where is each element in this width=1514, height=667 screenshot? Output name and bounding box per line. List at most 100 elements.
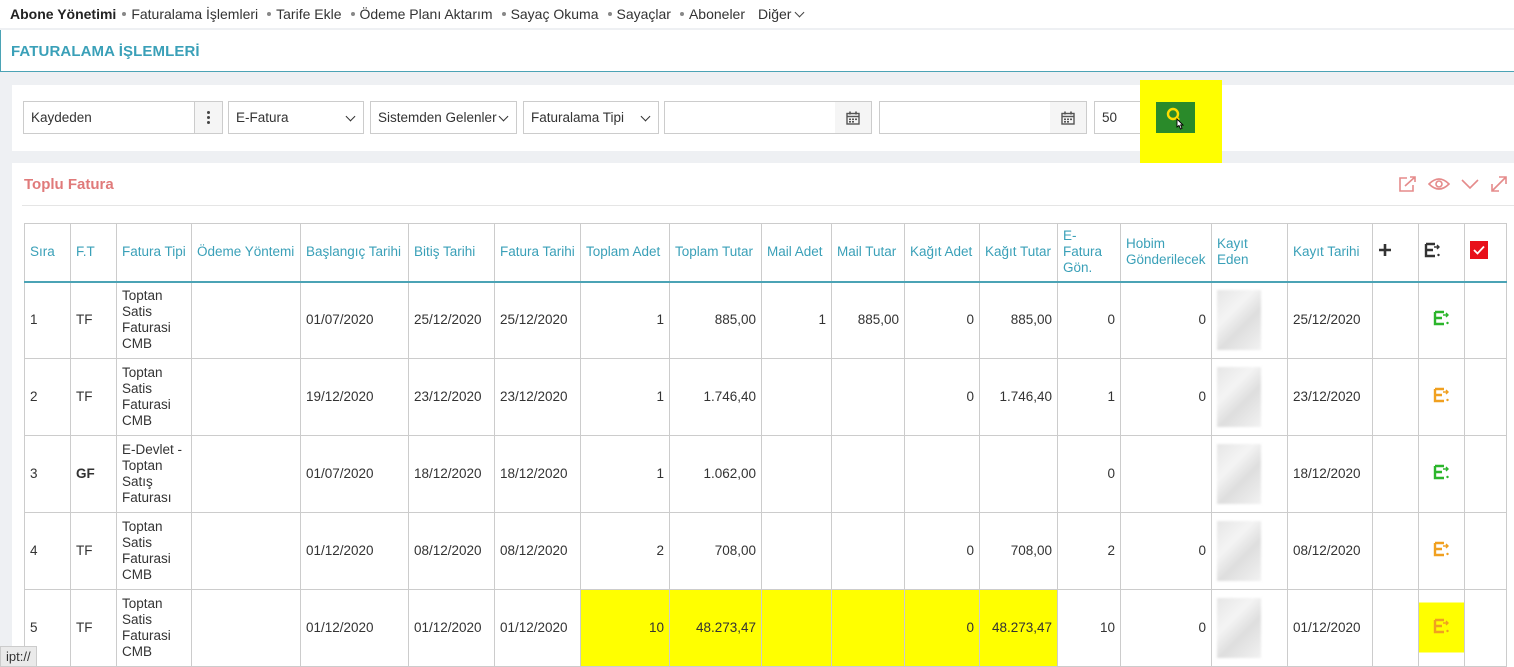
- search-button[interactable]: [1156, 102, 1195, 133]
- cell-kagit-adet: 0: [904, 589, 980, 667]
- col-sira[interactable]: Sıra: [24, 223, 71, 283]
- cell-toplam-tutar: 48.273,47: [669, 589, 762, 667]
- export-icon[interactable]: [1398, 175, 1418, 193]
- cell-ft: TF: [70, 512, 117, 590]
- kaydeden-menu-button[interactable]: [195, 101, 223, 134]
- cell-odeme: [191, 589, 301, 667]
- cell-kagit-tutar: [979, 435, 1058, 513]
- nav-item-faturalama[interactable]: Faturalama İşlemleri: [122, 6, 258, 22]
- nav-item-aboneler[interactable]: Aboneler: [679, 6, 745, 22]
- kaynak-select[interactable]: Sistemden Gelenler: [370, 101, 517, 134]
- send-efatura-button[interactable]: [1418, 358, 1465, 436]
- cell-fatura-tarihi: 01/12/2020: [494, 589, 581, 667]
- nav-item-tarife-ekle[interactable]: Tarife Ekle: [267, 6, 342, 22]
- col-kayit-tarihi[interactable]: Kayıt Tarihi: [1287, 223, 1373, 283]
- add-button[interactable]: [1372, 223, 1419, 283]
- cell-kayit-eden: [1211, 512, 1288, 590]
- table-row[interactable]: 4 TF Toptan Satis Faturasi CMB 01/12/2020 08…: [24, 512, 1507, 590]
- table-row[interactable]: 1 TF Toptan Satis Faturasi CMB 01/07/2020 25…: [24, 281, 1507, 359]
- bullet-icon: [679, 12, 684, 16]
- cell-mail-tutar: [831, 358, 905, 436]
- cell-kagit-adet: 0: [904, 281, 980, 359]
- col-efatura-gon[interactable]: E-Fatura Gön.: [1057, 223, 1121, 283]
- cell-mail-tutar: 885,00: [831, 281, 905, 359]
- nav-item-diger[interactable]: Diğer: [758, 6, 805, 22]
- nav-item-odeme-plani[interactable]: Ödeme Planı Aktarım: [350, 6, 493, 22]
- cell-odeme: [191, 281, 301, 359]
- send-efatura-button[interactable]: [1418, 512, 1465, 590]
- cell-select[interactable]: [1464, 512, 1507, 590]
- cell-ft: TF: [70, 281, 117, 359]
- cell-fatura-tipi: Toptan Satis Faturasi CMB: [116, 358, 192, 436]
- col-kagit-adet[interactable]: Kağıt Adet: [904, 223, 980, 283]
- col-toplam-adet[interactable]: Toplam Adet: [580, 223, 670, 283]
- col-odeme-yontemi[interactable]: Ödeme Yöntemi: [191, 223, 301, 283]
- col-fatura-tipi[interactable]: Fatura Tipi: [116, 223, 192, 283]
- e-invoice-send-icon: [1433, 618, 1449, 634]
- col-bitis-tarihi[interactable]: Bitiş Tarihi: [408, 223, 495, 283]
- start-date-calendar-button[interactable]: [835, 101, 872, 134]
- nav-brand[interactable]: Abone Yönetimi: [10, 6, 116, 22]
- cell-fatura-tipi: Toptan Satis Faturasi CMB: [116, 281, 192, 359]
- faturalama-tipi-select[interactable]: Faturalama Tipi: [523, 101, 659, 134]
- filter-panel: Kaydeden E-Fatura Sistemden Gelenler Fat…: [12, 80, 1514, 164]
- nav-item-sayac-okuma[interactable]: Sayaç Okuma: [501, 6, 599, 22]
- cell-select[interactable]: [1464, 358, 1507, 436]
- send-efatura-button[interactable]: [1418, 589, 1465, 667]
- e-invoice-send-icon: [1433, 311, 1449, 326]
- cell-kagit-tutar: 885,00: [979, 281, 1058, 359]
- redacted-user: [1217, 367, 1261, 427]
- cell-ft: TF: [70, 358, 117, 436]
- invoice-table-wrap: Sıra F.T Fatura Tipi Ödeme Yöntemi Başla…: [24, 223, 1507, 667]
- col-kagit-tutar[interactable]: Kağıt Tutar: [979, 223, 1058, 283]
- cell-kayit-eden: [1211, 589, 1288, 667]
- col-toplam-tutar[interactable]: Toplam Tutar: [669, 223, 762, 283]
- col-ft[interactable]: F.T: [70, 223, 117, 283]
- bullet-icon: [122, 12, 127, 16]
- cell-hobim: 0: [1120, 358, 1212, 436]
- kaydeden-input[interactable]: Kaydeden: [23, 101, 195, 134]
- fatura-turu-select[interactable]: E-Fatura: [228, 101, 364, 134]
- select-all-checkbox[interactable]: [1464, 223, 1507, 283]
- cell-mail-adet: [761, 589, 832, 667]
- cell-add: [1372, 435, 1419, 513]
- col-fatura-tarihi[interactable]: Fatura Tarihi: [494, 223, 581, 283]
- col-mail-tutar[interactable]: Mail Tutar: [831, 223, 905, 283]
- end-date-calendar-button[interactable]: [1050, 101, 1087, 134]
- bulk-send-button[interactable]: [1418, 223, 1465, 283]
- cell-kayit-tarihi: 08/12/2020: [1287, 512, 1373, 590]
- table-row[interactable]: 2 TF Toptan Satis Faturasi CMB 19/12/2020 23…: [24, 358, 1507, 436]
- cell-sira: 2: [24, 358, 71, 436]
- cell-fatura-tarihi: 08/12/2020: [494, 512, 581, 590]
- expand-icon[interactable]: [1490, 175, 1508, 193]
- col-kayit-eden[interactable]: Kayıt Eden: [1211, 223, 1288, 283]
- col-hobim[interactable]: Hobim Gönderilecek: [1120, 223, 1212, 283]
- table-row[interactable]: 3 GF E-Devlet - Toptan Satış Faturası 01/07…: [24, 435, 1507, 513]
- end-date-input[interactable]: [879, 101, 1051, 134]
- chevron-down-icon: [640, 111, 651, 122]
- cell-select[interactable]: [1464, 435, 1507, 513]
- invoice-table: Sıra F.T Fatura Tipi Ödeme Yöntemi Başla…: [24, 223, 1507, 667]
- cell-mail-adet: [761, 435, 832, 513]
- redacted-user: [1217, 521, 1261, 581]
- nav-item-sayaclar[interactable]: Sayaçlar: [607, 6, 671, 22]
- vertical-dots-icon: [207, 111, 210, 124]
- eye-icon[interactable]: [1428, 176, 1450, 192]
- search-icon: [1166, 107, 1184, 130]
- chevron-down-icon[interactable]: [1460, 176, 1480, 192]
- table-row[interactable]: 5 TF Toptan Satis Faturasi CMB 01/12/2020 01…: [24, 589, 1507, 667]
- start-date-input[interactable]: [664, 101, 836, 134]
- send-efatura-button[interactable]: [1418, 281, 1465, 359]
- send-efatura-button[interactable]: [1418, 435, 1465, 513]
- cell-select[interactable]: [1464, 589, 1507, 667]
- panel-tools: [1398, 175, 1508, 193]
- cell-select[interactable]: [1464, 281, 1507, 359]
- cell-baslangic: 01/12/2020: [300, 589, 409, 667]
- redacted-user: [1217, 290, 1261, 351]
- cell-efatura: 10: [1057, 589, 1121, 667]
- col-baslangic-tarihi[interactable]: Başlangıç Tarihi: [300, 223, 409, 283]
- cell-mail-adet: [761, 512, 832, 590]
- cell-odeme: [191, 435, 301, 513]
- plus-icon: [1379, 244, 1391, 257]
- col-mail-adet[interactable]: Mail Adet: [761, 223, 832, 283]
